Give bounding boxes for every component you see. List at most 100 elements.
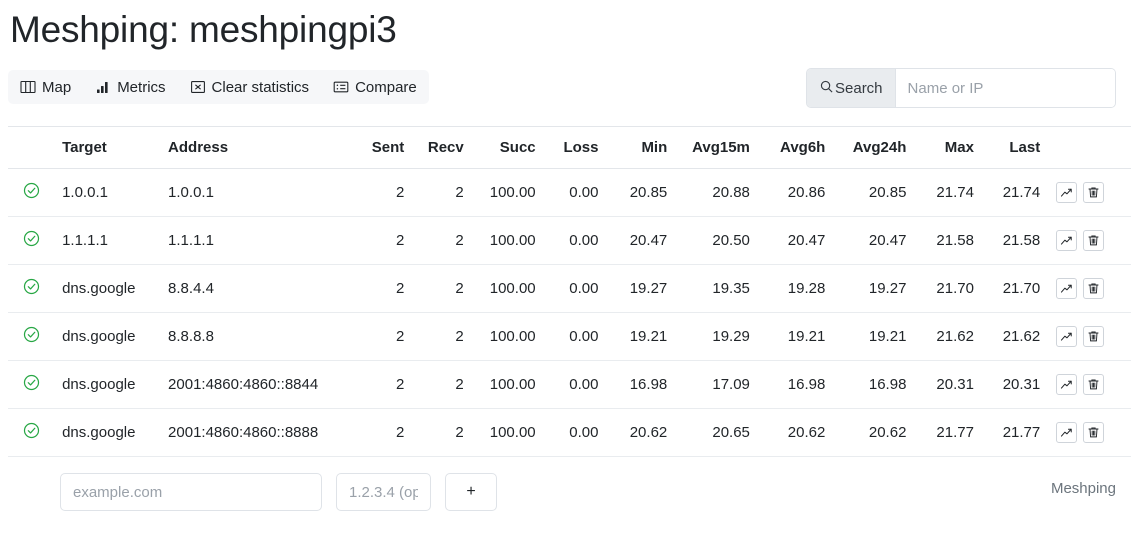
table-body: 1.0.0.1 1.0.0.1 2 2 100.00 0.00 20.85 20.88 20.8… (8, 168, 1131, 458)
search-button[interactable]: Search (807, 69, 896, 108)
delete-target-button[interactable] (1083, 278, 1105, 300)
cell-min: 20.47 (606, 216, 676, 266)
view-graph-button[interactable] (1056, 182, 1078, 204)
cell-avg6h: 16.98 (757, 360, 834, 410)
column-header-succ[interactable]: Succ (471, 126, 544, 170)
compare-button-label: Compare (355, 78, 417, 96)
clear-statistics-button-label: Clear statistics (211, 78, 310, 96)
cell-max: 21.58 (914, 216, 982, 266)
cell-avg15m: 19.29 (675, 312, 758, 362)
bar-chart-icon (95, 79, 111, 95)
table-row[interactable]: dns.google 2001:4860:4860::8888 2 2 100.00 0.… (8, 408, 1131, 458)
status-ok-icon (23, 374, 40, 391)
column-header-last[interactable]: Last (981, 126, 1049, 170)
cell-recv: 2 (412, 216, 472, 266)
cell-last: 21.74 (981, 168, 1049, 218)
actions-cell (1048, 408, 1131, 458)
column-header-sent[interactable]: Sent (354, 126, 413, 170)
cell-avg6h: 20.47 (757, 216, 834, 266)
delete-target-button[interactable] (1083, 230, 1105, 252)
metrics-button[interactable]: Metrics (83, 70, 177, 104)
cell-avg6h: 19.28 (757, 264, 834, 314)
table-row[interactable]: dns.google 8.8.8.8 2 2 100.00 0.00 19.21 19.29 1… (8, 312, 1131, 362)
new-target-address-input[interactable] (336, 473, 431, 512)
view-graph-button[interactable] (1056, 422, 1078, 444)
actions-cell (1048, 264, 1131, 314)
status-cell (8, 168, 55, 218)
cell-max: 20.31 (914, 360, 982, 410)
status-cell (8, 216, 55, 266)
cell-succ: 100.00 (471, 408, 544, 458)
cell-avg24h: 19.27 (833, 264, 915, 314)
cell-recv: 2 (412, 360, 472, 410)
cell-succ: 100.00 (471, 264, 544, 314)
cell-last: 21.70 (981, 264, 1049, 314)
toolbar-row: Map Metrics Clear statistics Compare Sea… (8, 68, 1131, 110)
cell-min: 19.27 (606, 264, 676, 314)
page-title: Meshping: meshpingpi3 (10, 9, 397, 50)
cell-succ: 100.00 (471, 312, 544, 362)
cell-min: 20.62 (606, 408, 676, 458)
brand-label: Meshping (1050, 480, 1116, 498)
cell-max: 21.62 (914, 312, 982, 362)
metrics-button-label: Metrics (117, 78, 166, 96)
cell-loss: 0.00 (543, 408, 607, 458)
column-header-recv[interactable]: Recv (412, 126, 472, 170)
status-cell (8, 264, 55, 314)
cell-avg24h: 16.98 (833, 360, 915, 410)
column-header-avg6h[interactable]: Avg6h (757, 126, 834, 170)
column-header-max[interactable]: Max (914, 126, 982, 170)
new-target-name-input[interactable] (60, 473, 322, 512)
actions-cell (1048, 360, 1131, 410)
compare-button[interactable]: Compare (321, 70, 429, 104)
cell-avg24h: 20.85 (833, 168, 915, 218)
column-header-avg24h[interactable]: Avg24h (833, 126, 915, 170)
cell-avg6h: 20.86 (757, 168, 834, 218)
column-header-status (8, 126, 55, 170)
search-group: Search (806, 68, 1116, 109)
cell-target: dns.google (54, 360, 161, 410)
delete-target-button[interactable] (1083, 422, 1105, 444)
cell-sent: 2 (354, 216, 413, 266)
cell-address: 8.8.8.8 (160, 312, 355, 362)
cell-loss: 0.00 (543, 264, 607, 314)
cell-target: 1.1.1.1 (54, 216, 161, 266)
cell-sent: 2 (354, 264, 413, 314)
cell-address: 1.0.0.1 (160, 168, 355, 218)
search-button-label: Search (835, 79, 883, 97)
table-row[interactable]: dns.google 8.8.4.4 2 2 100.00 0.00 19.27 19.35 1… (8, 264, 1131, 314)
view-graph-button[interactable] (1056, 230, 1078, 252)
view-graph-button[interactable] (1056, 278, 1078, 300)
cell-target: 1.0.0.1 (54, 168, 161, 218)
delete-target-button[interactable] (1083, 182, 1105, 204)
column-header-target[interactable]: Target (54, 126, 161, 170)
column-header-address[interactable]: Address (160, 126, 355, 170)
delete-target-button[interactable] (1083, 374, 1105, 396)
ping-table: Target Address Sent Recv Succ Loss Min A… (8, 126, 1131, 458)
cell-succ: 100.00 (471, 360, 544, 410)
map-button[interactable]: Map (8, 70, 83, 104)
cell-avg15m: 20.50 (675, 216, 758, 266)
column-header-loss[interactable]: Loss (543, 126, 607, 170)
table-row[interactable]: 1.1.1.1 1.1.1.1 2 2 100.00 0.00 20.47 20.50 20.4… (8, 216, 1131, 266)
cell-min: 16.98 (606, 360, 676, 410)
column-header-min[interactable]: Min (606, 126, 676, 170)
table-row[interactable]: 1.0.0.1 1.0.0.1 2 2 100.00 0.00 20.85 20.88 20.8… (8, 168, 1131, 218)
cell-avg15m: 19.35 (675, 264, 758, 314)
search-icon (819, 79, 834, 98)
add-target-button[interactable]: + (445, 473, 497, 512)
column-header-avg15m[interactable]: Avg15m (675, 126, 758, 170)
table-row[interactable]: dns.google 2001:4860:4860::8844 2 2 100.00 0.… (8, 360, 1131, 410)
cell-recv: 2 (412, 168, 472, 218)
cell-loss: 0.00 (543, 216, 607, 266)
search-input[interactable] (895, 69, 1115, 108)
cell-min: 19.21 (606, 312, 676, 362)
row-action-group (1056, 182, 1105, 204)
clear-statistics-button[interactable]: Clear statistics (178, 70, 322, 104)
delete-target-button[interactable] (1083, 326, 1105, 348)
view-graph-button[interactable] (1056, 374, 1078, 396)
actions-cell (1048, 312, 1131, 362)
status-cell (8, 408, 55, 458)
cell-recv: 2 (412, 264, 472, 314)
view-graph-button[interactable] (1056, 326, 1078, 348)
